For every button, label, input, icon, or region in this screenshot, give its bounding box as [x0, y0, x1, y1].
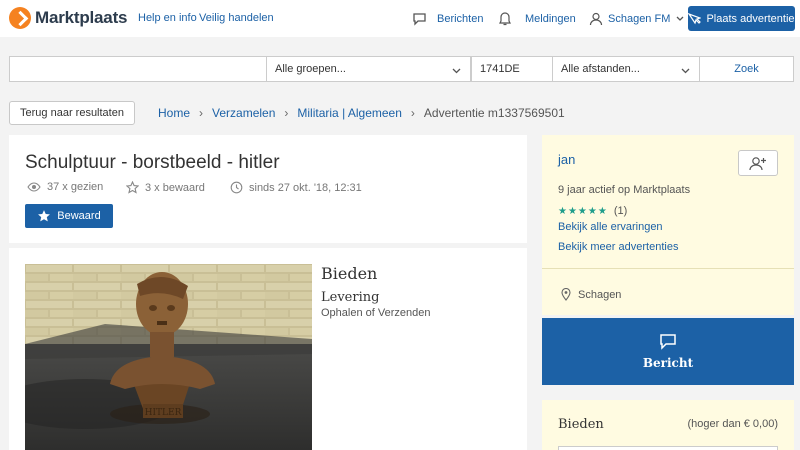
breadcrumb-separator: ›: [410, 106, 415, 120]
place-ad-label: Plaats advertentie: [706, 12, 795, 25]
price-type: Bieden: [321, 264, 378, 283]
chevron-down-icon: [681, 65, 690, 77]
breadcrumb-separator: ›: [284, 106, 289, 120]
divider: [542, 268, 794, 269]
save-listing-label: Bewaard: [57, 210, 101, 222]
user-icon: [589, 12, 603, 26]
reviews-link[interactable]: Bekijk alle ervaringen: [558, 221, 663, 233]
search-bar: Alle groepen... 1741DE Alle afstanden...…: [0, 45, 800, 91]
listing-header-card: Schulptuur - borstbeeld - hitler 37 x ge…: [9, 135, 527, 243]
saved-count-label: 3 x bewaard: [145, 181, 205, 194]
logo-text: Marktplaats: [35, 8, 128, 27]
distance-select-value: Alle afstanden...: [561, 63, 640, 75]
category-select-value: Alle groepen...: [275, 63, 346, 75]
search-input[interactable]: [9, 56, 267, 82]
clock-icon: [230, 181, 243, 194]
rating-count: (1): [613, 205, 628, 217]
listing-date-label: sinds 27 okt. '18, 12:31: [249, 181, 362, 194]
bidding-card: Bieden (hoger dan € 0,00): [542, 400, 794, 450]
follow-seller-button[interactable]: [738, 150, 778, 176]
bidding-title: Bieden: [558, 417, 604, 432]
star-outline-icon: [126, 181, 139, 194]
saved-count: 3 x bewaard: [126, 181, 205, 194]
place-ad-button[interactable]: Plaats advertentie: [688, 6, 795, 31]
breadcrumb-current: Advertentie m1337569501: [423, 106, 565, 120]
eye-icon: [27, 182, 41, 192]
messages-link[interactable]: Berichten: [412, 12, 483, 26]
listing-title: Schulptuur - borstbeeld - hitler: [25, 152, 280, 173]
seller-rating: ★★★★★ (1): [558, 205, 627, 217]
seller-location-label: Schagen: [578, 288, 622, 301]
seller-name[interactable]: jan: [558, 152, 575, 167]
save-listing-button[interactable]: Bewaard: [25, 204, 113, 228]
marktplaats-logo[interactable]: Marktplaats: [9, 7, 127, 29]
chat-icon: [412, 12, 427, 26]
messages-label: Berichten: [437, 13, 484, 25]
breadcrumb-militaria[interactable]: Militaria | Algemeen: [297, 106, 402, 120]
breadcrumb-separator: ›: [199, 106, 204, 120]
listing-photo[interactable]: HITLER: [25, 264, 312, 450]
distance-select[interactable]: Alle afstanden...: [552, 56, 700, 82]
view-count: 37 x gezien: [27, 181, 103, 193]
send-message-button[interactable]: Bericht: [542, 318, 794, 385]
listing-date: sinds 27 okt. '18, 12:31: [230, 181, 362, 194]
logo-icon: [9, 7, 31, 29]
bell-icon: [499, 12, 511, 26]
more-ads-link[interactable]: Bekijk meer advertenties: [558, 241, 678, 253]
search-button[interactable]: Zoek: [699, 56, 794, 82]
listing-content-card: HITLER Bieden Levering Ophalen of Verzen…: [9, 248, 527, 450]
seller-activity: 9 jaar actief op Marktplaats: [558, 184, 691, 196]
breadcrumb-home[interactable]: Home: [158, 106, 190, 120]
location-pin-icon: [561, 288, 571, 301]
star-filled-icon: [37, 209, 51, 223]
add-user-icon: [749, 156, 767, 171]
account-label: Schagen FM: [608, 13, 671, 25]
notifications-label: Meldingen: [525, 13, 576, 25]
back-to-results-button[interactable]: Terug naar resultaten: [9, 101, 135, 125]
rating-stars: ★★★★★: [558, 205, 608, 217]
delivery-heading: Levering: [321, 290, 380, 305]
chat-icon: [659, 333, 677, 350]
photo-caption: HITLER: [145, 408, 182, 418]
send-message-label: Bericht: [642, 356, 694, 370]
account-menu[interactable]: Schagen FM: [589, 12, 684, 26]
seller-card: jan 9 jaar actief op Marktplaats ★★★★★ (…: [542, 135, 794, 315]
view-count-label: 37 x gezien: [47, 181, 104, 193]
safe-trading-link[interactable]: Veilig handelen: [199, 12, 274, 24]
seller-location: Schagen: [561, 288, 621, 301]
bidding-minimum: (hoger dan € 0,00): [687, 418, 778, 430]
megaphone-icon: [688, 12, 702, 25]
breadcrumb: Home › Verzamelen › Militaria | Algemeen…: [158, 106, 565, 120]
category-select[interactable]: Alle groepen...: [266, 56, 471, 82]
breadcrumb-verzamelen[interactable]: Verzamelen: [212, 106, 275, 120]
notifications-link[interactable]: Meldingen: [499, 12, 576, 26]
bid-amount-input[interactable]: [558, 446, 778, 450]
help-link[interactable]: Help en info: [138, 12, 197, 24]
postcode-input[interactable]: 1741DE: [471, 56, 553, 82]
top-header: Marktplaats Help en info Veilig handelen…: [0, 0, 800, 37]
delivery-value: Ophalen of Verzenden: [321, 307, 431, 319]
chevron-down-icon: [676, 16, 684, 22]
chevron-down-icon: [452, 65, 461, 77]
